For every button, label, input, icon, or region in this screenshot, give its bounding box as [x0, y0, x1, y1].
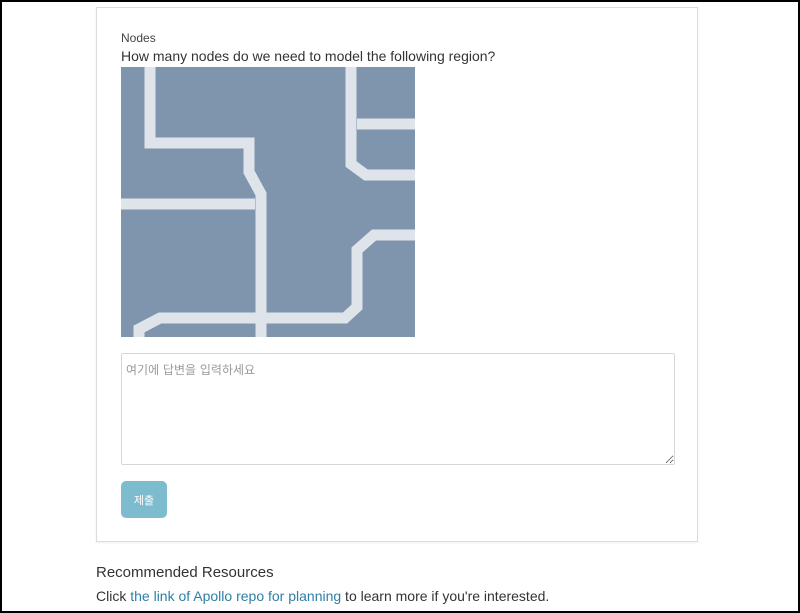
question-text: How many nodes do we need to model the f… [121, 48, 496, 64]
submit-button[interactable]: 제출 [121, 481, 167, 518]
recommended-resources-text: Click the link of Apollo repo for planni… [96, 588, 549, 604]
region-map-image [121, 67, 415, 337]
question-card: Nodes How many nodes do we need to model… [96, 7, 698, 542]
recommended-resources-heading: Recommended Resources [96, 564, 274, 581]
recommended-suffix: to learn more if you're interested. [341, 588, 550, 604]
recommended-prefix: Click [96, 588, 131, 604]
apollo-repo-link[interactable]: the link of Apollo repo for planning [130, 588, 341, 604]
answer-textarea[interactable] [121, 353, 675, 465]
question-title: Nodes [121, 31, 156, 45]
